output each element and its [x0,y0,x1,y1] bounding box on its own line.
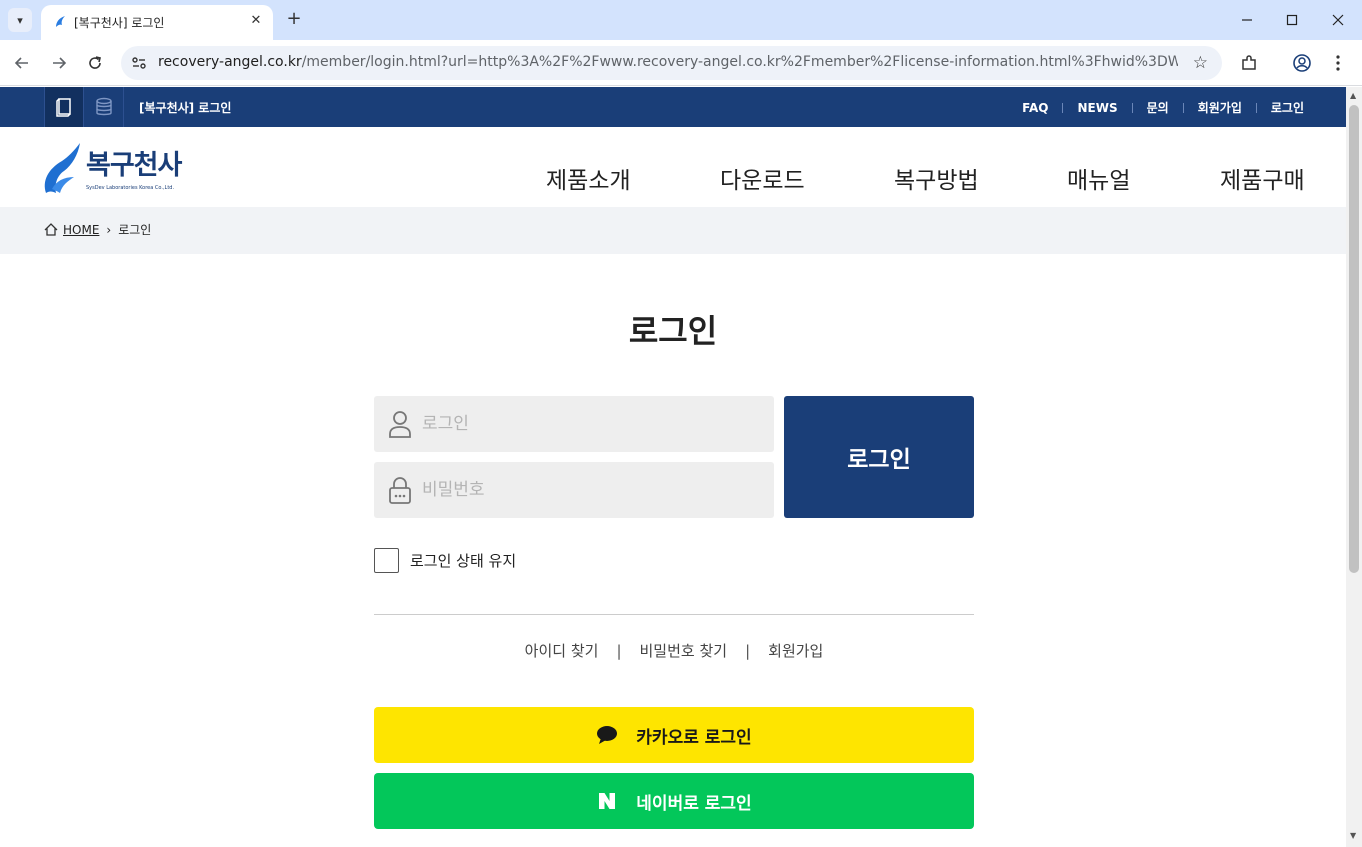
breadcrumb-bar: HOME › 로그인 [0,207,1346,254]
topbar-links: FAQ NEWS 문의 회원가입 로그인 [1008,99,1304,116]
database-icon[interactable] [84,87,124,127]
book-icon[interactable] [44,87,84,127]
lock-icon [389,477,411,504]
maximize-icon[interactable] [1279,8,1305,32]
nav-item-products[interactable]: 제품소개 [546,161,631,195]
password-field[interactable] [374,462,774,518]
keep-login-option[interactable]: 로그인 상태 유지 [374,548,516,573]
find-password-link[interactable]: 비밀번호 찾기 [640,640,728,661]
nav-item-manual[interactable]: 매뉴얼 [1067,161,1130,195]
topbar-link-login[interactable]: 로그인 [1257,99,1304,116]
logo-text: 복구천사 [86,150,182,181]
nav-item-recovery-method[interactable]: 복구방법 [894,161,979,195]
kakao-login-button[interactable]: 카카오로 로그인 [374,707,974,763]
keep-login-label[interactable]: 로그인 상태 유지 [410,550,516,571]
page-title: 로그인 [628,312,718,350]
url-text: recovery-angel.co.kr/member/login.html?u… [158,54,1178,70]
kakao-login-label: 카카오로 로그인 [636,727,752,748]
angel-wing-logo-icon [44,143,80,193]
browser-tab-strip: ▾ [복구천사] 로그인 ✕ + [0,0,1362,40]
keep-login-checkbox[interactable] [374,548,399,573]
link-separator: | [616,641,622,660]
new-tab-button[interactable]: + [283,8,305,30]
tab-close-icon[interactable]: ✕ [247,12,265,30]
breadcrumb: HOME › 로그인 [44,221,151,238]
scroll-thumb[interactable] [1349,105,1359,573]
logo-subtitle: SysDev Laboratories Korea Co.,Ltd. [86,185,175,191]
window-close-icon[interactable] [1325,8,1351,32]
signup-link[interactable]: 회원가입 [768,640,823,661]
find-id-link[interactable]: 아이디 찾기 [525,640,599,661]
account-help-links: 아이디 찾기 | 비밀번호 찾기 | 회원가입 [374,640,974,661]
site-settings-icon[interactable] [130,54,148,72]
login-submit-button[interactable]: 로그인 [784,396,974,518]
nav-item-download[interactable]: 다운로드 [720,161,805,195]
scroll-down-arrow-icon[interactable]: ▼ [1350,831,1356,840]
reload-icon[interactable] [83,51,107,75]
user-icon [389,411,411,438]
extensions-puzzle-icon[interactable] [1237,51,1261,75]
password-input[interactable] [422,462,762,518]
naver-login-label: 네이버로 로그인 [636,793,752,814]
back-arrow-icon[interactable] [10,51,34,75]
id-field[interactable] [374,396,774,452]
breadcrumb-current: 로그인 [118,223,152,237]
topbar-link-signup[interactable]: 회원가입 [1184,99,1256,116]
link-separator: | [745,641,751,660]
scroll-up-arrow-icon[interactable]: ▲ [1350,91,1356,100]
browser-menu-icon[interactable] [1326,51,1350,75]
site-top-bar: [복구천사] 로그인 FAQ NEWS 문의 회원가입 로그인 [0,87,1346,127]
topbar-link-faq[interactable]: FAQ [1008,101,1062,115]
id-input[interactable] [422,396,762,452]
site-header: 복구천사 SysDev Laboratories Korea Co.,Ltd. … [0,127,1346,207]
site-logo[interactable]: 복구천사 SysDev Laboratories Korea Co.,Ltd. [42,141,192,197]
bookmark-star-icon[interactable]: ☆ [1193,53,1208,73]
browser-toolbar: recovery-angel.co.kr/member/login.html?u… [0,40,1362,86]
browser-tab[interactable]: [복구천사] 로그인 ✕ [41,5,273,40]
url-path: /member/login.html?url=http%3A%2F%2Fwww.… [301,54,1178,70]
naver-login-button[interactable]: 네이버로 로그인 [374,773,974,829]
topbar-page-title: [복구천사] 로그인 [139,101,232,115]
profile-avatar-icon[interactable] [1290,51,1314,75]
tab-title: [복구천사] 로그인 [74,16,165,30]
chevron-right-icon: › [106,222,112,237]
home-icon [44,223,58,236]
breadcrumb-home-link[interactable]: HOME [63,223,99,237]
tab-search-chevron-icon[interactable]: ▾ [8,8,32,32]
page-scrollbar[interactable]: ▲ ▼ [1346,87,1362,847]
forward-arrow-icon[interactable] [47,51,71,75]
url-host: recovery-angel.co.kr [158,54,302,70]
form-divider [374,614,974,615]
site-favicon-icon [56,16,65,27]
nav-item-purchase[interactable]: 제품구매 [1220,161,1305,195]
topbar-link-inquiry[interactable]: 문의 [1133,99,1183,116]
address-bar[interactable]: recovery-angel.co.kr/member/login.html?u… [121,46,1222,80]
naver-n-icon [596,790,618,812]
kakao-speech-bubble-icon [596,724,618,746]
topbar-link-news[interactable]: NEWS [1063,101,1131,115]
minimize-icon[interactable] [1234,8,1260,32]
